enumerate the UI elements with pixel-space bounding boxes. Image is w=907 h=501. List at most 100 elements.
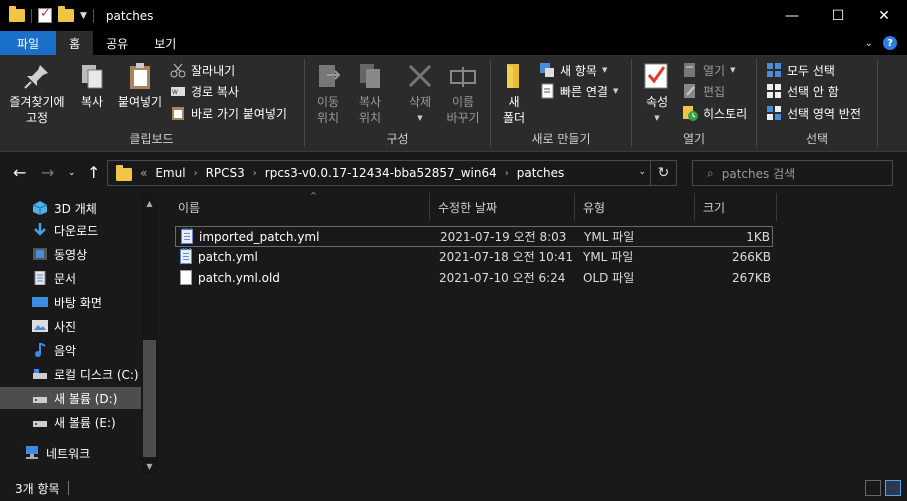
forward-arrow-icon[interactable]: → [41,163,54,183]
copy-button[interactable]: 복사 [76,61,108,110]
breadcrumb-rpcs3-version[interactable]: rpcs3-v0.0.17-12434-bba52857_win64 [265,166,497,180]
sidebar-item-documents[interactable]: 문서 [32,267,76,289]
invert-selection-button[interactable]: 선택 영역 반전 [766,104,861,122]
music-icon [32,341,48,357]
paste-button[interactable]: 붙여넣기 [113,61,167,110]
sidebar-item-music[interactable]: 음악 [32,339,76,361]
easy-access-button[interactable]: 빠른 연결 ▼ [539,82,618,100]
sidebar-item-3d-objects[interactable]: 3D 개체 [32,197,97,219]
breadcrumb-chevron-icon[interactable]: › [253,168,257,179]
recent-locations-chevron-icon[interactable]: ⌄ [68,163,76,183]
select-all-button[interactable]: 모두 선택 [766,61,835,79]
new-item-icon [539,62,555,78]
new-folder-icon[interactable] [58,6,74,22]
properties-button[interactable]: 속성 ▼ [642,61,672,126]
breadcrumb-emul[interactable]: Emul [155,166,185,180]
file-name: imported_patch.yml [199,229,320,244]
search-input[interactable]: ⌕ patches 검색 [692,160,893,186]
pin-to-quick-access-button[interactable]: 즐겨찾기에 고정 [7,61,67,126]
select-none-button[interactable]: 선택 안 함 [766,82,839,100]
sidebar-item-label: 바탕 화면 [54,295,102,310]
properties-icon[interactable] [38,6,52,23]
history-button[interactable]: 히스토리 [682,104,747,122]
clipboard-group: 즐겨찾기에 고정 복사 붙여넣기 잘라내기 W 경로 복사 바로 가기 붙여넣기… [0,55,303,152]
address-bar[interactable]: « Emul › RPCS3 › rpcs3-v0.0.17-12434-bba… [107,160,677,186]
new-folder-button[interactable]: 새 폴더 [499,61,529,126]
scroll-up-arrow-icon[interactable]: ▲ [141,195,158,212]
copy-to-label: 복사 위치 [358,95,382,125]
minimize-button[interactable]: — [769,0,815,31]
tab-home[interactable]: 홈 [56,31,94,55]
details-view-icon[interactable] [865,480,881,496]
expand-ribbon-chevron-icon[interactable]: ⌄ [865,38,873,49]
divider [92,8,94,23]
sidebar-item-label: 새 볼륨 (E:) [54,415,116,430]
sidebar-scrollbar[interactable]: ▲ ▼ [141,193,158,475]
sidebar-item-volume-e[interactable]: 새 볼륨 (E:) [32,411,116,433]
tab-view[interactable]: 보기 [141,31,189,55]
history-icon [682,105,698,121]
sidebar-item-desktop[interactable]: 바탕 화면 [32,291,102,313]
cut-button[interactable]: 잘라내기 [170,61,235,79]
sidebar-item-pictures[interactable]: 사진 [32,315,76,337]
refresh-icon[interactable]: ↻ [650,161,676,185]
divider [31,8,32,23]
move-to-button[interactable]: 이동 위치 [311,61,345,126]
back-arrow-icon[interactable]: ← [13,163,26,183]
copy-icon [77,61,107,91]
breadcrumb-patches[interactable]: patches [517,166,565,180]
large-icons-view-icon[interactable] [885,480,901,496]
column-header-date[interactable]: 수정한 날짜 [430,193,575,221]
paste-shortcut-label: 바로 가기 붙여넣기 [191,106,287,121]
address-history-chevron-icon[interactable]: ⌄ [638,167,646,177]
move-to-icon [313,61,343,91]
maximize-button[interactable]: ☐ [815,0,861,31]
scroll-down-arrow-icon[interactable]: ▼ [141,458,158,475]
select-group: 모두 선택 선택 안 함 선택 영역 반전 선택 [757,55,877,152]
breadcrumb-chevron-icon[interactable]: › [194,168,198,179]
close-button[interactable]: ✕ [861,0,907,31]
properties-icon [642,61,672,91]
scrollbar-thumb[interactable] [143,340,156,457]
rename-button[interactable]: 이름 바꾸기 [443,61,483,126]
new-item-button[interactable]: 새 항목 ▼ [539,61,607,79]
column-header-size[interactable]: 크기 [695,193,777,221]
column-header-name[interactable]: ^ 이름 [170,191,430,221]
pictures-icon [32,319,48,333]
sidebar-item-network[interactable]: 네트워크 [24,442,90,464]
history-label: 히스토리 [703,106,748,121]
sidebar-item-volume-d[interactable]: 새 볼륨 (D:) [0,387,141,409]
breadcrumb-overflow[interactable]: « [140,166,147,180]
tab-file[interactable]: 파일 [0,31,57,55]
file-row[interactable]: patch.yml 2021-07-18 오전 10:41 YML 파일 266… [175,247,773,268]
file-type: YML 파일 [583,250,634,264]
file-row[interactable]: patch.yml.old 2021-07-10 오전 6:24 OLD 파일 … [175,268,773,289]
sidebar-item-downloads[interactable]: 다운로드 [32,219,98,241]
breadcrumb-rpcs3[interactable]: RPCS3 [206,166,245,180]
open-button[interactable]: 열기 ▼ [682,61,735,79]
delete-button[interactable]: 삭제 ▼ [403,61,437,126]
copy-path-button[interactable]: W 경로 복사 [170,82,239,100]
edit-button[interactable]: 편집 [682,82,725,100]
help-icon[interactable]: ? [883,36,897,50]
open-label: 열기 [703,63,726,78]
column-header-label: 수정한 날짜 [438,200,498,215]
open-chevron-icon: ▼ [730,66,736,74]
up-arrow-icon[interactable]: ↑ [87,163,100,183]
paste-shortcut-icon [170,105,186,121]
sidebar-item-videos[interactable]: 동영상 [32,243,87,265]
file-row[interactable]: imported_patch.yml 2021-07-19 오전 8:03 YM… [175,226,773,247]
invert-selection-label: 선택 영역 반전 [787,106,861,121]
file-size: 1KB [746,229,770,244]
tab-share[interactable]: 공유 [93,31,141,55]
video-icon [32,247,48,261]
sidebar-item-local-disk-c[interactable]: 로컬 디스크 (C:) [32,363,139,385]
navigation-bar: ← → ⌄ ↑ « Emul › RPCS3 › rpcs3-v0.0.17-1… [0,153,907,193]
paste-shortcut-button[interactable]: 바로 가기 붙여넣기 [170,104,287,122]
copy-to-button[interactable]: 복사 위치 [353,61,387,126]
copy-path-icon: W [170,83,186,99]
column-header-type[interactable]: 유형 [575,193,695,221]
customize-qat-chevron-icon[interactable]: ▼ [80,11,87,21]
file-size: 267KB [731,270,771,285]
breadcrumb-chevron-icon[interactable]: › [505,168,509,179]
